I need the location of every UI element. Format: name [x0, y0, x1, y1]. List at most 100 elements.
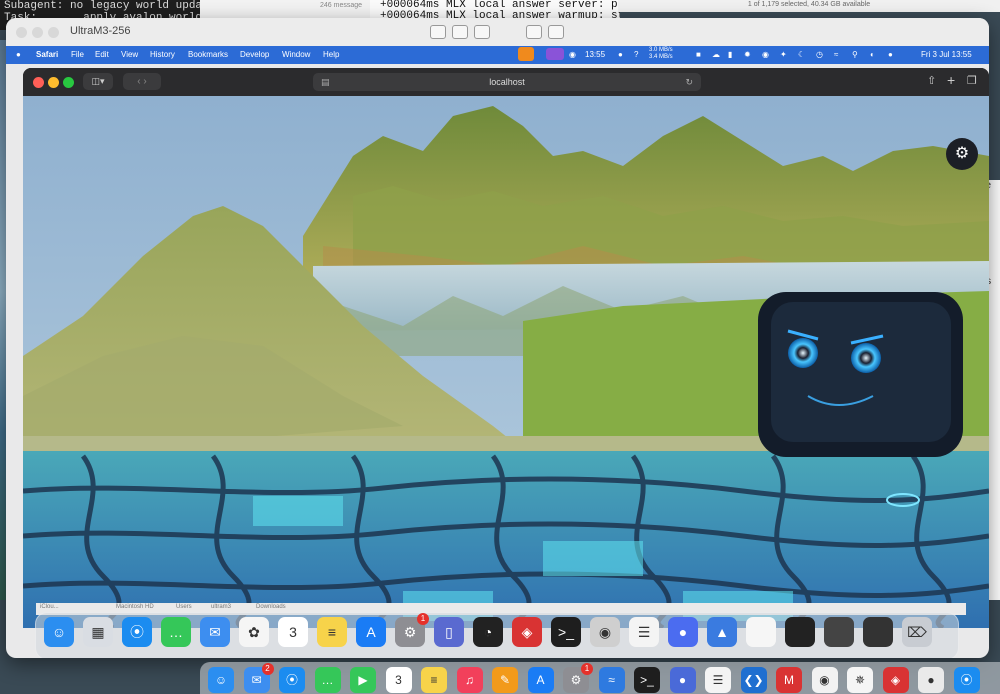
dock-item-textedit[interactable]: ☰	[629, 617, 659, 647]
menu-window[interactable]: Window	[282, 50, 310, 59]
back-forward-buttons[interactable]: ‹ ›	[123, 73, 161, 90]
menu-help[interactable]: Help	[323, 50, 339, 59]
dock-item-photos[interactable]: ✿	[239, 617, 269, 647]
path-item[interactable]: iClou...	[40, 604, 59, 610]
app-menu[interactable]: Safari	[36, 50, 58, 59]
vm-titlebar[interactable]: UltraM3-256	[6, 18, 989, 47]
status-app-icon[interactable]	[546, 48, 564, 60]
battery-icon[interactable]: ▮	[728, 50, 732, 59]
dock-item-messages[interactable]: …	[161, 617, 191, 647]
menubar-date-time[interactable]: Fri 3 Jul 13:55	[921, 50, 972, 59]
apple-menu-icon[interactable]: ●	[16, 50, 21, 59]
dock-item-terminal[interactable]: >_	[634, 667, 660, 693]
path-item[interactable]: ultram3	[211, 604, 231, 610]
dock-item-terminal[interactable]: >_	[551, 617, 581, 647]
dock-item-messages[interactable]: …	[314, 667, 341, 693]
eye-icon[interactable]: ◉	[569, 50, 576, 59]
status-icon[interactable]: ■	[696, 50, 701, 59]
dock-item-chrome[interactable]: ◉	[811, 667, 838, 693]
dock-item-chatgpt[interactable]: ✵	[847, 667, 873, 693]
cloud-icon[interactable]: ☁	[712, 50, 720, 59]
dock-item-textedit[interactable]: ☰	[705, 667, 731, 693]
menu-edit[interactable]: Edit	[95, 50, 109, 59]
menu-view[interactable]: View	[121, 50, 138, 59]
webgl-scene[interactable]: ⚙	[23, 96, 989, 628]
dock-item-finder[interactable]: ☺	[44, 617, 74, 647]
dock-item-document[interactable]	[746, 617, 776, 647]
minimize-button[interactable]	[48, 77, 59, 88]
dock-item-system-settings[interactable]: ⚙ 1	[395, 613, 429, 647]
dock-item-mail[interactable]: ✉	[200, 617, 230, 647]
path-item[interactable]: Downloads	[256, 604, 286, 610]
dock-item-launchpad[interactable]: ▦	[83, 617, 113, 647]
vm-toolbar-icon[interactable]	[452, 25, 468, 39]
status-icon[interactable]: ◉	[762, 50, 769, 59]
dock-item-swift[interactable]: ≈	[598, 667, 625, 693]
dock-item-notes[interactable]: ≡	[421, 667, 447, 693]
settings-button[interactable]: ⚙	[946, 138, 978, 170]
dock-item-mamp[interactable]: M	[776, 667, 802, 693]
vm-toolbar-icon[interactable]	[526, 25, 542, 39]
dock-item-parallels[interactable]: ◈	[512, 617, 542, 647]
clock-icon[interactable]: ◷	[816, 50, 823, 59]
dock-item-assistant[interactable]: ●	[668, 617, 698, 647]
dock-item-parallels[interactable]: ◈	[882, 667, 909, 693]
dock-item-safari[interactable]: ⦿	[122, 617, 152, 647]
dock-item-system-settings[interactable]: ⚙ 1	[563, 663, 593, 693]
dock-item-finder[interactable]: ☺	[208, 667, 234, 693]
menu-history[interactable]: History	[150, 50, 175, 59]
dock-item-screen2[interactable]	[824, 617, 854, 647]
user-icon[interactable]: ●	[888, 50, 893, 59]
status-icon[interactable]: ●	[618, 50, 623, 59]
dock-item-screen[interactable]	[785, 617, 815, 647]
page-menu-icon[interactable]: ▤	[321, 73, 330, 91]
dock-item-notes[interactable]: ≡	[317, 617, 347, 647]
search-icon[interactable]: ⚲	[852, 50, 858, 59]
minimize-button[interactable]	[32, 27, 43, 38]
share-icon[interactable]: ⇧	[927, 74, 936, 87]
sidebar-toggle-icon[interactable]: ◫▾	[83, 73, 113, 90]
background-finder-window[interactable]: 1 of 1,179 selected, 40.34 GB available	[618, 0, 1000, 12]
dock-item-app-store[interactable]: A	[527, 667, 554, 693]
dock-item-simulator[interactable]: ▯	[434, 617, 464, 647]
dock-item-music[interactable]: ♫	[456, 667, 483, 693]
vm-toolbar-icon[interactable]	[474, 25, 490, 39]
vm-window[interactable]: UltraM3-256 ● Safari File Edit View Hist…	[6, 18, 989, 658]
address-bar[interactable]: ▤ localhost ↻	[313, 73, 701, 91]
dock-item-screen3[interactable]	[863, 617, 893, 647]
dock-item-calendar[interactable]: 3	[385, 667, 412, 693]
path-item[interactable]: Macintosh HD	[116, 604, 154, 610]
new-tab-icon[interactable]: +	[947, 72, 955, 88]
control-center-icon[interactable]: ◐	[870, 50, 875, 59]
safari-window[interactable]: ◫▾ ‹ › ▤ localhost ↻ ⇧ + ❐ ⚙	[23, 68, 989, 628]
zoom-button[interactable]	[63, 77, 74, 88]
wifi-icon[interactable]: ≈	[834, 50, 838, 59]
menu-file[interactable]: File	[71, 50, 84, 59]
path-item[interactable]: Users	[176, 604, 192, 610]
dock-item-mail[interactable]: ✉ 2	[243, 663, 274, 693]
microphone-icon[interactable]	[518, 47, 534, 61]
dock-item-facetime[interactable]: ▶	[350, 667, 376, 693]
dock-item-safari2[interactable]: ⦿	[953, 667, 980, 693]
dock-item-trash[interactable]: ⌦	[902, 617, 932, 647]
zoom-button[interactable]	[48, 27, 59, 38]
tab-overview-icon[interactable]: ❐	[967, 74, 977, 87]
background-mail-window[interactable]: 246 message	[200, 0, 370, 18]
dock-item-screenshot[interactable]: ◉	[590, 617, 620, 647]
dock-item-disk-utility[interactable]: ▲	[707, 617, 737, 647]
dock-item-safari[interactable]: ⦿	[279, 667, 305, 693]
dock-item-vs-code[interactable]: ❮❯	[740, 667, 767, 693]
vm-toolbar-icon[interactable]	[430, 25, 446, 39]
dock-item-calendar[interactable]: 3	[278, 617, 308, 647]
dock-item-assistant[interactable]: ●	[918, 667, 944, 693]
menu-develop[interactable]: Develop	[240, 50, 269, 59]
close-button[interactable]	[16, 27, 27, 38]
bolt-icon[interactable]: ✹	[744, 50, 751, 59]
star-icon[interactable]: ✦	[780, 50, 787, 59]
dock-item-disk[interactable]: ●	[669, 667, 696, 693]
dock-item-activity[interactable]: ◔	[473, 617, 503, 647]
vm-toolbar-icon[interactable]	[548, 25, 564, 39]
moon-icon[interactable]: ☾	[798, 50, 805, 59]
help-icon[interactable]: ?	[634, 50, 638, 59]
dock-item-pages[interactable]: ✎	[492, 667, 518, 693]
